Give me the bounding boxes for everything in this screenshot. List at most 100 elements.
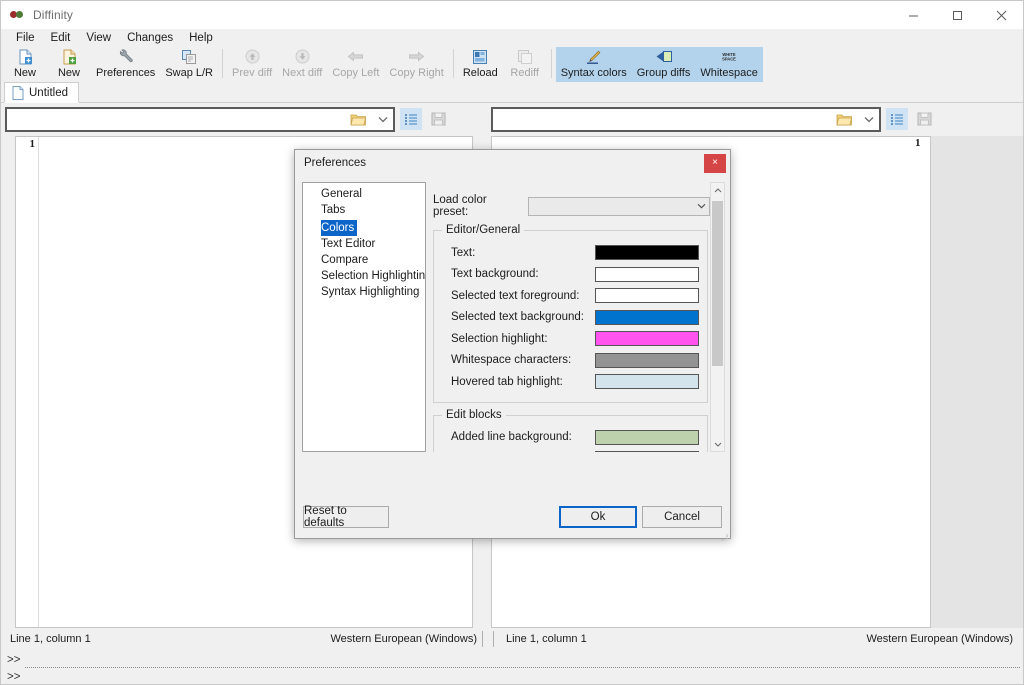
color-row-removed-line-background: Removed line background: — [442, 448, 699, 452]
tab-label: Untitled — [29, 86, 68, 99]
category-item-selection-highlighting[interactable]: Selection Highlighting — [303, 268, 425, 284]
whitespace-icon: WHITE SPACE — [720, 48, 738, 65]
maximize-icon[interactable] — [935, 1, 979, 29]
toolbar-label: Rediff — [510, 67, 539, 79]
toolbar-button-reload[interactable]: Reload — [458, 47, 503, 82]
close-icon[interactable] — [979, 1, 1023, 29]
right-line-number: 1 — [915, 137, 921, 149]
toolbar-button-whitespace[interactable]: WHITE SPACE Whitespace — [695, 47, 763, 82]
toolbar-label: Whitespace — [700, 67, 758, 79]
dialog-scrollbar[interactable] — [710, 182, 725, 452]
category-item-compare[interactable]: Compare — [303, 252, 425, 268]
reset-to-defaults-button[interactable]: Reset to defaults — [303, 505, 389, 529]
toolbar-separator — [550, 49, 552, 78]
left-path-combo[interactable] — [5, 106, 395, 132]
color-swatch-selected-text-background[interactable] — [595, 309, 699, 325]
toolbar-button-swap-lr[interactable]: Swap L/R — [160, 47, 218, 82]
toolbar-button-next-diff[interactable]: Next diff — [277, 47, 327, 82]
color-swatch-selected-text-foreground[interactable] — [595, 288, 699, 304]
color-label: Selection highlight: — [451, 332, 548, 345]
color-label: Added line background: — [451, 431, 572, 444]
cancel-button[interactable]: Cancel — [642, 506, 722, 528]
color-row-selected-text-background: Selected text background: — [442, 307, 699, 329]
group-title: Editor/General — [442, 224, 525, 236]
right-path-dropdown-chevron-down-icon[interactable] — [859, 109, 879, 130]
toolbar: New New Preferences Swap L/R Prev diff N… — [1, 47, 1023, 82]
console-prompt-bottom: >> — [7, 671, 21, 683]
category-item-syntax-highlighting[interactable]: Syntax Highlighting — [303, 284, 425, 300]
reload-icon — [471, 48, 489, 65]
right-editor-margin — [931, 136, 1023, 628]
menu-item-view[interactable]: View — [78, 31, 119, 46]
folder-open-icon[interactable] — [836, 112, 853, 127]
color-swatch-text-background[interactable] — [595, 266, 699, 282]
toolbar-button-preferences[interactable]: Preferences — [91, 47, 160, 82]
minimize-icon[interactable] — [891, 1, 935, 29]
document-icon — [12, 85, 24, 100]
left-save-icon[interactable] — [427, 108, 449, 130]
menu-item-changes[interactable]: Changes — [119, 31, 181, 46]
arrow-down-icon — [293, 48, 311, 65]
color-swatch-hovered-tab-highlight[interactable] — [595, 374, 699, 390]
pen-icon — [585, 48, 603, 65]
category-item-colors[interactable]: Colors — [321, 220, 358, 236]
tab-untitled[interactable]: Untitled — [4, 82, 79, 103]
toolbar-label: Prev diff — [232, 67, 273, 79]
color-swatch-removed-line-background[interactable] — [595, 451, 699, 452]
arrow-left-icon — [347, 48, 365, 65]
toolbar-label: Swap L/R — [165, 67, 214, 79]
toolbar-label: Preferences — [96, 67, 156, 79]
left-path-row — [5, 105, 483, 133]
arrow-up-icon — [243, 48, 261, 65]
menu-item-help[interactable]: Help — [181, 31, 221, 46]
category-item-tabs[interactable]: Tabs — [303, 202, 425, 218]
right-line-numbers-icon[interactable] — [886, 108, 908, 130]
color-label: Text: — [451, 246, 476, 259]
color-swatch-whitespace-characters[interactable] — [595, 352, 699, 368]
menu-item-file[interactable]: File — [8, 31, 43, 46]
category-item-general[interactable]: General — [303, 186, 425, 202]
dialog-footer: Reset to defaults Ok Cancel — [295, 505, 730, 530]
dialog-resize-grip[interactable] — [720, 528, 728, 541]
right-path-combo[interactable] — [491, 106, 881, 132]
toolbar-label: Next diff — [282, 67, 323, 79]
toolbar-button-copy-right[interactable]: Copy Right — [384, 47, 448, 82]
toolbar-button-rediff[interactable]: Rediff — [503, 47, 547, 82]
load-color-preset-select[interactable] — [528, 196, 710, 216]
toolbar-button-new-orange[interactable]: New — [47, 47, 91, 82]
toolbar-button-copy-left[interactable]: Copy Left — [327, 47, 384, 82]
scrollbar-thumb[interactable] — [712, 201, 723, 366]
color-swatch-text[interactable] — [595, 245, 699, 261]
toolbar-button-syntax-colors[interactable]: Syntax colors — [555, 47, 632, 82]
color-row-selection-highlight: Selection highlight: — [442, 328, 699, 350]
toolbar-label: Copy Left — [332, 67, 380, 79]
left-line-numbers-icon[interactable] — [400, 108, 422, 130]
toolbar-label: New — [13, 67, 36, 79]
toolbar-button-new-blue[interactable]: New — [3, 47, 47, 82]
dialog-close-icon[interactable]: × — [704, 153, 726, 173]
category-item-text-editor[interactable]: Text Editor — [303, 236, 425, 252]
color-swatch-added-line-background[interactable] — [595, 429, 699, 445]
chevron-down-icon[interactable] — [711, 437, 724, 451]
chevron-down-icon[interactable] — [693, 203, 709, 209]
chevron-up-icon[interactable] — [711, 183, 724, 197]
ok-button[interactable]: Ok — [559, 506, 637, 528]
color-row-text: Text: — [442, 242, 699, 264]
folder-open-icon[interactable] — [350, 112, 367, 127]
svg-text:SPACE: SPACE — [722, 57, 736, 62]
console-divider — [25, 667, 1020, 669]
swap-icon — [180, 48, 198, 65]
left-path-input[interactable] — [7, 112, 350, 126]
right-path-input[interactable] — [493, 112, 836, 126]
menu-item-edit[interactable]: Edit — [43, 31, 79, 46]
dialog-category-list[interactable]: General Tabs Colors Text Editor Compare … — [302, 182, 426, 452]
toolbar-button-prev-diff[interactable]: Prev diff — [227, 47, 277, 82]
right-save-icon[interactable] — [913, 108, 935, 130]
menu-bar: File Edit View Changes Help — [1, 29, 1023, 47]
left-path-dropdown-chevron-down-icon[interactable] — [373, 109, 393, 130]
new-file-blue-icon — [16, 48, 34, 65]
left-gutter: 1 — [16, 137, 39, 627]
dialog-content-pane: Load color preset: Editor/General Text: … — [431, 182, 710, 452]
color-swatch-selection-highlight[interactable] — [595, 331, 699, 347]
toolbar-button-group-diffs[interactable]: Group diffs — [631, 47, 696, 82]
